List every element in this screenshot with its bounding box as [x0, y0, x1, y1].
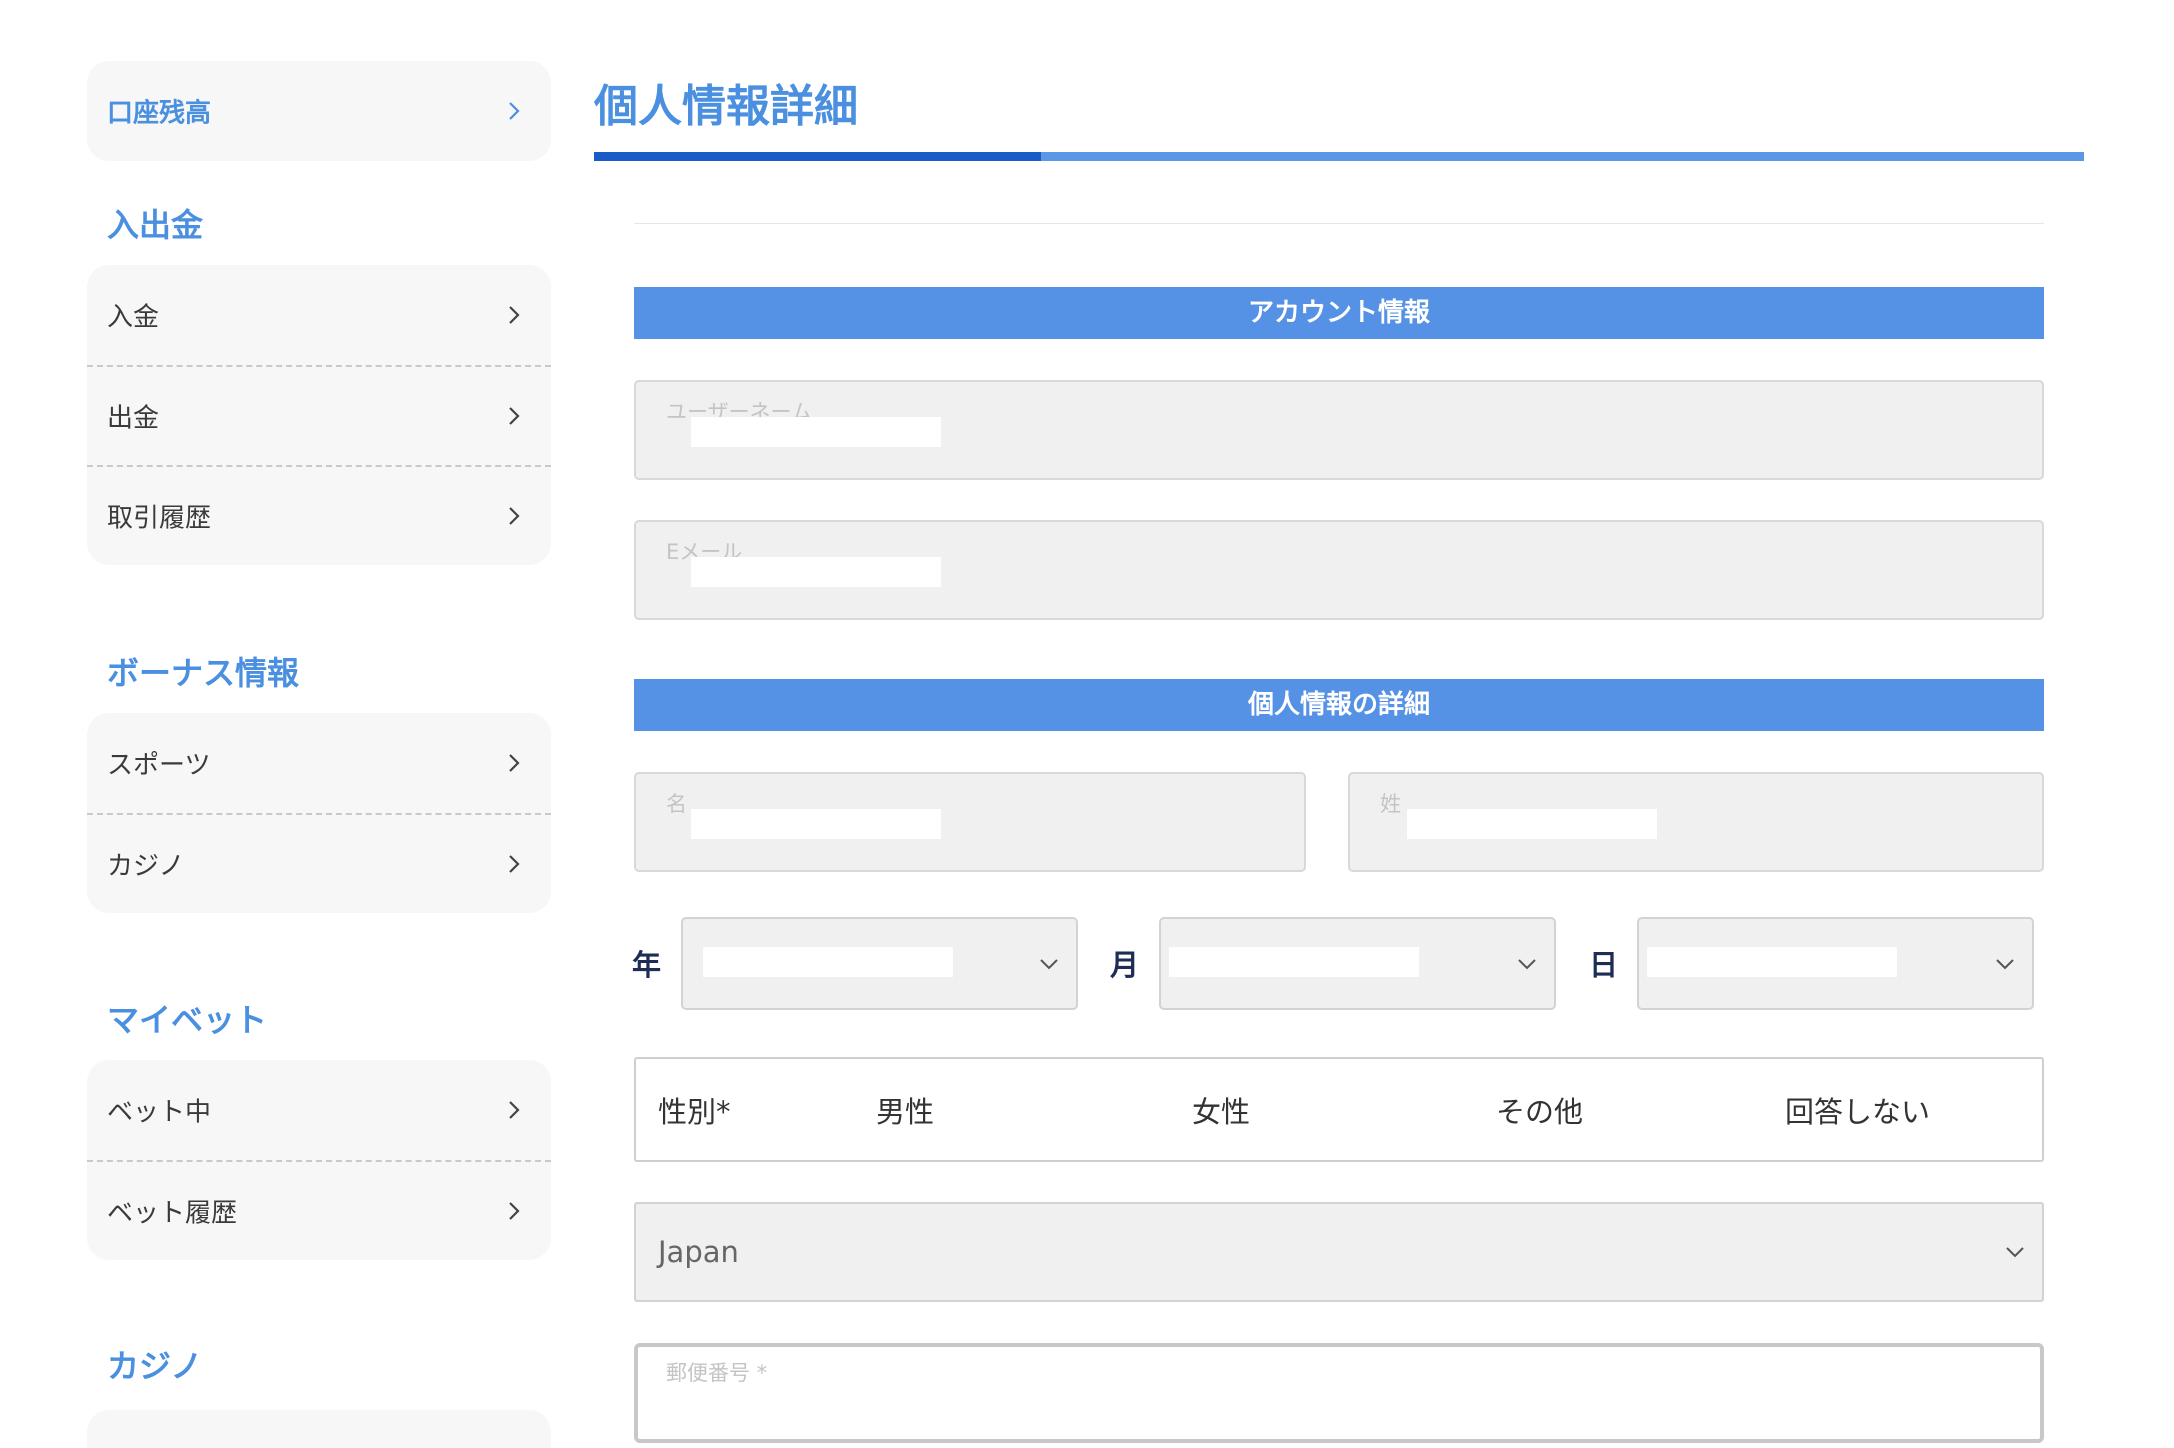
first-name-label: 名 — [666, 792, 687, 816]
sidebar-item-bet-history[interactable]: ベット履歴 — [87, 1160, 551, 1260]
sidebar-item-label: 取引履歴 — [107, 503, 212, 534]
sidebar-item-withdraw[interactable]: 出金 — [87, 365, 551, 465]
section-header-account: アカウント情報 — [634, 287, 2044, 339]
nav-group-mybet: ベット中 ベット履歴 — [87, 1060, 551, 1260]
sidebar-item-label: 出金 — [107, 403, 160, 434]
postal-code-field[interactable]: 郵便番号 * — [634, 1343, 2044, 1443]
last-name-label: 姓 — [1380, 792, 1401, 816]
sidebar-item-transactions[interactable]: 取引履歴 — [87, 465, 551, 565]
sidebar-item-open-bets[interactable]: ベット中 — [87, 1060, 551, 1160]
section-title-bonus: ボーナス情報 — [107, 654, 300, 692]
progress-fill — [594, 152, 1041, 161]
chevron-right-icon — [509, 1101, 520, 1119]
first-name-field[interactable]: 名 — [634, 772, 1306, 872]
gender-radio-group: 性別* 男性 女性 その他 回答しない — [634, 1057, 2044, 1162]
chevron-down-icon — [2006, 1247, 2024, 1258]
nav-group-bonus: スポーツ カジノ — [87, 713, 551, 913]
username-field[interactable]: ユーザーネーム — [634, 380, 2044, 480]
gender-option-other[interactable]: その他 — [1496, 1089, 1583, 1131]
chevron-down-icon — [1518, 958, 1536, 969]
last-name-field[interactable]: 姓 — [1348, 772, 2044, 872]
chevron-right-icon — [509, 507, 520, 525]
year-select[interactable] — [681, 917, 1078, 1010]
nav-group-balance: 口座残高 — [87, 61, 551, 161]
gender-label: 性別* — [658, 1094, 731, 1129]
chevron-right-icon — [509, 102, 520, 120]
page-title: 個人情報詳細 — [594, 81, 858, 132]
redacted-value — [1647, 947, 1897, 977]
country-value: Japan — [658, 1235, 739, 1269]
month-select[interactable] — [1159, 917, 1556, 1010]
sidebar-item-deposit[interactable]: 入金 — [87, 265, 551, 365]
chevron-right-icon — [509, 407, 520, 425]
section-title-mybet: マイベット — [107, 1001, 268, 1039]
sidebar-item-sports[interactable]: スポーツ — [87, 713, 551, 813]
redacted-value — [703, 947, 953, 977]
chevron-right-icon — [509, 754, 520, 772]
email-field[interactable]: Eメール — [634, 520, 2044, 620]
gender-option-female[interactable]: 女性 — [1192, 1089, 1250, 1131]
sidebar-item-label: カジノ — [107, 851, 185, 882]
sidebar-item-label: ベット履歴 — [107, 1198, 238, 1229]
gender-option-no-answer[interactable]: 回答しない — [1785, 1089, 1930, 1131]
month-label: 月 — [1110, 948, 1140, 982]
sidebar-item-label: 入金 — [107, 302, 160, 333]
sidebar-item-casino-bonus[interactable]: カジノ — [87, 813, 551, 913]
chevron-down-icon — [1996, 958, 2014, 969]
postal-code-label: 郵便番号 * — [666, 1361, 768, 1385]
section-title-casino: カジノ — [107, 1347, 203, 1385]
day-select[interactable] — [1637, 917, 2034, 1010]
redacted-value — [1407, 809, 1657, 839]
redacted-value — [691, 809, 941, 839]
redacted-value — [691, 417, 941, 447]
country-select[interactable]: Japan — [634, 1202, 2044, 1302]
day-label: 日 — [1589, 948, 1619, 982]
chevron-right-icon — [509, 1202, 520, 1220]
sidebar-item-label: スポーツ — [107, 750, 211, 781]
chevron-down-icon — [1040, 958, 1058, 969]
sidebar-item-label: 口座残高 — [107, 98, 212, 129]
section-header-personal: 個人情報の詳細 — [634, 679, 2044, 731]
section-title-deposit: 入出金 — [107, 206, 204, 244]
divider — [634, 223, 2044, 224]
nav-group-deposit: 入金 出金 取引履歴 — [87, 265, 551, 565]
year-label: 年 — [632, 948, 662, 982]
chevron-right-icon — [509, 855, 520, 873]
gender-option-male[interactable]: 男性 — [876, 1089, 934, 1131]
nav-group-casino — [87, 1410, 551, 1448]
progress-bar — [594, 152, 2084, 161]
redacted-value — [691, 557, 941, 587]
sidebar-item-label: ベット中 — [107, 1097, 212, 1128]
redacted-value — [1169, 947, 1419, 977]
sidebar-item-account-balance[interactable]: 口座残高 — [87, 61, 551, 161]
chevron-right-icon — [509, 306, 520, 324]
